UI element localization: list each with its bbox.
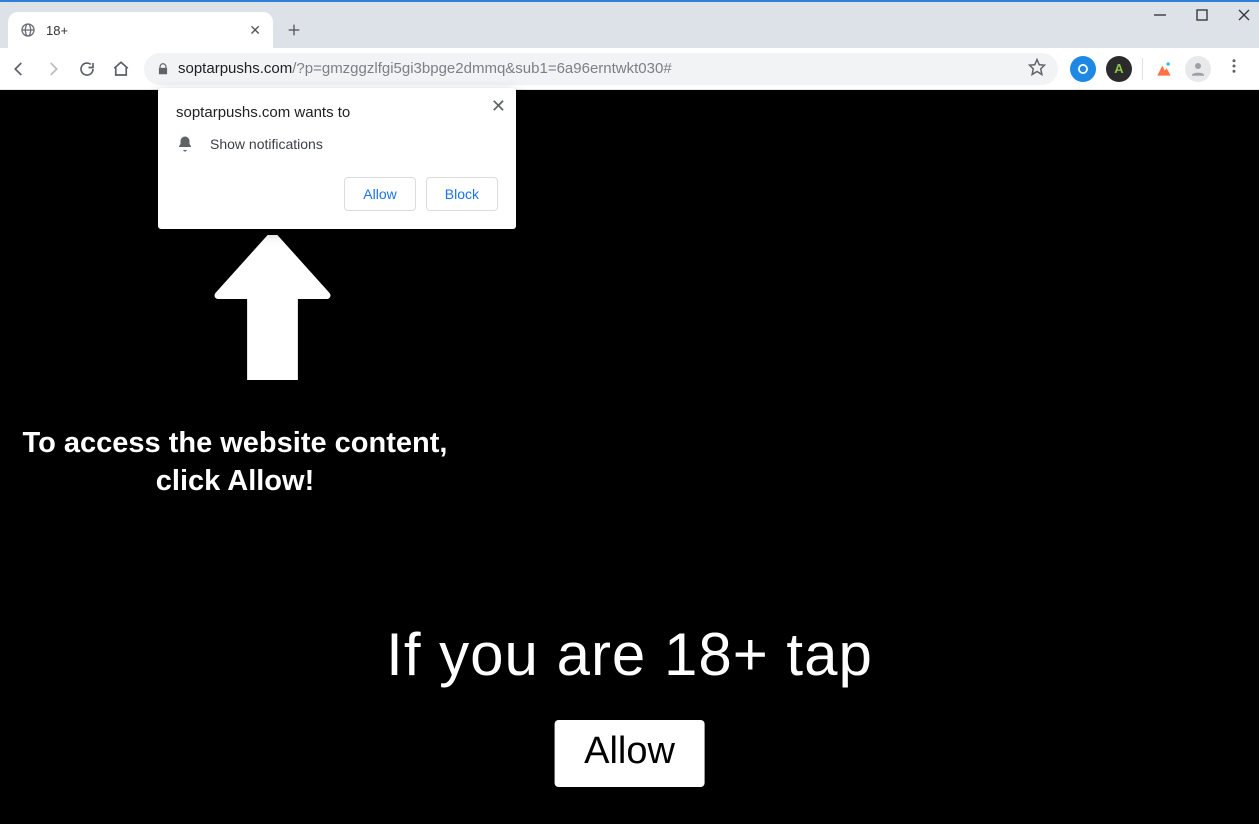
window-minimize-button[interactable] bbox=[1151, 8, 1169, 25]
globe-icon bbox=[20, 22, 36, 38]
address-bar[interactable]: soptarpushs.com/?p=gmzggzlfgi5gi3bpge2dm… bbox=[144, 53, 1058, 85]
permission-close-button[interactable]: ✕ bbox=[491, 96, 506, 117]
new-tab-button[interactable] bbox=[279, 15, 309, 45]
notification-permission-dialog: ✕ soptarpushs.com wants to Show notifica… bbox=[158, 88, 516, 229]
nav-home-button[interactable] bbox=[110, 58, 132, 80]
browser-menu-button[interactable] bbox=[1221, 57, 1247, 80]
lock-icon bbox=[156, 62, 170, 76]
nav-back-button[interactable] bbox=[8, 58, 30, 80]
tab-close-button[interactable]: ✕ bbox=[249, 22, 261, 39]
extension-icon-2[interactable]: A bbox=[1106, 56, 1132, 82]
permission-block-button[interactable]: Block bbox=[426, 177, 498, 211]
window-close-button[interactable] bbox=[1235, 8, 1253, 25]
permission-origin-text: soptarpushs.com wants to bbox=[176, 104, 498, 121]
toolbar: soptarpushs.com/?p=gmzggzlfgi5gi3bpge2dm… bbox=[0, 48, 1259, 90]
extension-icon-1[interactable] bbox=[1070, 56, 1096, 82]
titlebar: 18+ ✕ bbox=[0, 0, 1259, 48]
bell-icon bbox=[176, 135, 194, 153]
arrow-up-icon bbox=[210, 235, 335, 385]
permission-capability-text: Show notifications bbox=[210, 136, 323, 152]
instruction-text: To access the website content, click All… bbox=[0, 425, 470, 500]
url-path: /?p=gmzggzlfgi5gi3bpge2dmmq&sub1=6a96ern… bbox=[292, 60, 671, 77]
window-maximize-button[interactable] bbox=[1193, 8, 1211, 25]
age-verification-text: If you are 18+ tap bbox=[0, 620, 1259, 689]
bookmark-star-button[interactable] bbox=[1028, 58, 1046, 80]
browser-tab[interactable]: 18+ ✕ bbox=[8, 12, 273, 48]
page-allow-button[interactable]: Allow bbox=[554, 720, 705, 787]
nav-forward-button[interactable] bbox=[42, 58, 64, 80]
window-controls bbox=[1151, 8, 1253, 25]
nav-reload-button[interactable] bbox=[76, 58, 98, 80]
extensions-row: A bbox=[1070, 56, 1251, 82]
permission-allow-button[interactable]: Allow bbox=[344, 177, 415, 211]
extension-icon-3[interactable] bbox=[1153, 58, 1175, 80]
url-host: soptarpushs.com bbox=[178, 60, 292, 77]
tab-title: 18+ bbox=[46, 23, 239, 38]
address-bar-url: soptarpushs.com/?p=gmzggzlfgi5gi3bpge2dm… bbox=[178, 60, 672, 77]
toolbar-separator bbox=[1142, 58, 1143, 80]
profile-avatar-button[interactable] bbox=[1185, 56, 1211, 82]
